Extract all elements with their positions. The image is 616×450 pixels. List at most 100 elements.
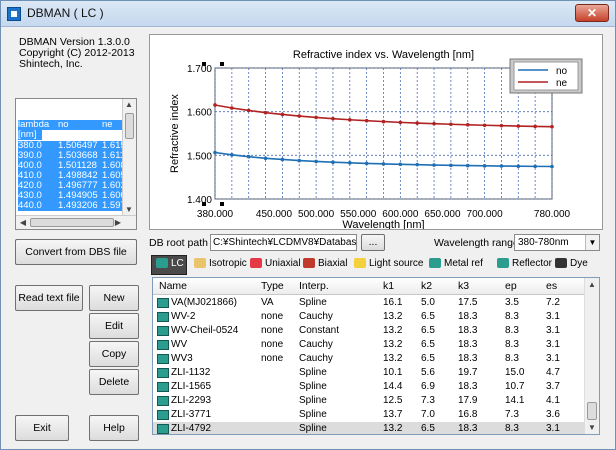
column-header-ep[interactable]: ep: [505, 280, 517, 292]
x-tick-label: 380.000: [197, 209, 234, 220]
table-row[interactable]: WV-2 none Cauchy 13.2 6.5 18.3 8.3 3.1: [153, 310, 585, 324]
scroll-up-icon[interactable]: ▲: [586, 280, 598, 289]
table-row[interactable]: WV-Cheil-0524 none Constant 13.2 6.5 18.3 8.3 3…: [153, 324, 585, 338]
close-button[interactable]: ✕: [575, 4, 609, 22]
cell-k3: 16.8: [458, 409, 478, 420]
edit-button[interactable]: Edit: [89, 313, 139, 339]
cell-k3: 18.3: [458, 311, 478, 322]
data-point-no: [364, 161, 369, 166]
table-row[interactable]: WV3 none Cauchy 13.2 6.5 18.3 8.3 3.1: [153, 352, 585, 366]
spectrum-cell: 1.6006: [102, 191, 124, 201]
spectrum-cell: 1.494905: [58, 191, 98, 201]
exit-button[interactable]: Exit: [15, 415, 69, 441]
selection-handle[interactable]: [220, 202, 224, 206]
delete-button[interactable]: Delete: [89, 369, 139, 395]
data-point-ne: [348, 117, 352, 122]
tab-icon: [354, 258, 366, 269]
new-label: New: [103, 292, 125, 304]
data-point-ne: [297, 114, 302, 118]
spectrum-cell: 410.0: [18, 171, 42, 181]
column-header-es[interactable]: es: [546, 280, 557, 292]
lc-item-icon: [157, 340, 169, 350]
scroll-up-icon[interactable]: ▲: [123, 100, 135, 109]
column-header-k1[interactable]: k1: [383, 280, 394, 292]
chevron-down-icon[interactable]: ▼: [585, 235, 599, 250]
tab-reflector[interactable]: Reflector: [493, 256, 552, 274]
browse-button[interactable]: ...: [361, 234, 385, 251]
tab-biaxial[interactable]: Biaxial: [299, 256, 348, 274]
tab-metal-ref[interactable]: Metal ref: [425, 256, 491, 274]
new-button[interactable]: New: [89, 285, 139, 311]
spectrum-column-header: lambda: [18, 120, 50, 130]
spectrum-row[interactable]: 420.0 1.496777 1.6029: [18, 181, 124, 191]
tab-uniaxial[interactable]: Uniaxial: [246, 256, 301, 274]
spectrum-cell: 1.496777: [58, 181, 98, 191]
scroll-thumb[interactable]: [30, 218, 114, 227]
data-point-ne: [398, 120, 403, 125]
tab-dye[interactable]: Dye: [551, 256, 597, 274]
cell-k2: 7.3: [421, 395, 435, 406]
scroll-down-icon[interactable]: ▼: [586, 423, 598, 432]
table-row[interactable]: VA(MJ021866) VA Spline 16.1 5.0 17.5 3.5 7.2: [153, 296, 585, 310]
selection-handle[interactable]: [220, 62, 224, 66]
db-root-path-field[interactable]: C:¥Shintech¥LCDMV8¥Database¥: [210, 234, 357, 251]
table-row[interactable]: ZLI-1565 Spline 14.4 6.9 18.3 10.7 3.7: [153, 380, 585, 394]
tab-light-source[interactable]: Light source: [350, 256, 423, 274]
spectrum-row[interactable]: 410.0 1.498842 1.6054: [18, 171, 124, 181]
scroll-left-icon[interactable]: ◀: [17, 218, 29, 227]
selection-handle[interactable]: [202, 62, 206, 66]
y-tick-label: 1.400: [187, 195, 212, 206]
cell-type: none: [261, 311, 284, 322]
lc-item-icon: [157, 326, 169, 336]
table-vertical-scrollbar[interactable]: ▲ ▼: [584, 278, 599, 434]
help-button[interactable]: Help: [89, 415, 139, 441]
lc-item-icon: [157, 312, 169, 322]
spectrum-row[interactable]: 400.0 1.501128 1.6084: [18, 161, 124, 171]
spectrum-row[interactable]: 390.0 1.503668 1.6111: [18, 151, 124, 161]
read-text-file-button[interactable]: Read text file: [15, 285, 83, 311]
selection-handle[interactable]: [202, 202, 206, 206]
column-header-k3[interactable]: k3: [458, 280, 469, 292]
cell-k2: 6.5: [421, 423, 435, 434]
spectrum-cell: 1.6153: [102, 141, 124, 151]
cell-k2: 6.9: [421, 381, 435, 392]
column-header-name[interactable]: Name: [159, 280, 187, 292]
spectrum-vertical-scrollbar[interactable]: ▲ ▼: [122, 99, 136, 215]
spectrum-unit: [nm]: [18, 130, 37, 140]
table-row[interactable]: WV none Cauchy 13.2 6.5 18.3 8.3 3.1: [153, 338, 585, 352]
cell-k3: 18.3: [458, 325, 478, 336]
column-header-k2[interactable]: k2: [421, 280, 432, 292]
data-point-ne: [482, 123, 487, 128]
cell-interp: Spline: [299, 395, 327, 406]
scroll-thumb[interactable]: [587, 402, 597, 420]
spectrum-row[interactable]: 440.0 1.493206 1.5977: [18, 201, 124, 211]
version-info: DBMAN Version 1.3.0.0 Copyright (C) 2012…: [15, 31, 137, 89]
tab-lc[interactable]: LC: [151, 255, 187, 275]
spectrum-list[interactable]: lambda no ne [nm]380.0 1.506497 1.6153 390.0 1.…: [15, 98, 137, 230]
tab-isotropic[interactable]: Isotropic: [190, 256, 247, 274]
spectrum-row[interactable]: 430.0 1.494905 1.6006: [18, 191, 124, 201]
cell-es: 4.1: [546, 395, 560, 406]
table-row[interactable]: ZLI-1132 Spline 10.1 5.6 19.7 15.0 4.7: [153, 366, 585, 380]
data-point-no: [482, 164, 487, 168]
convert-dbs-button[interactable]: Convert from DBS file: [15, 239, 137, 265]
scroll-right-icon[interactable]: ▶: [112, 218, 124, 227]
table-row[interactable]: ZLI-2293 Spline 12.5 7.3 17.9 14.1 4.1: [153, 394, 585, 408]
column-header-interp[interactable]: Interp.: [299, 280, 329, 292]
column-header-type[interactable]: Type: [261, 280, 284, 292]
spectrum-row[interactable]: 380.0 1.506497 1.6153: [18, 141, 124, 151]
cell-ep: 8.3: [505, 423, 519, 434]
cell-name: ZLI-1132: [171, 367, 211, 378]
table-row[interactable]: ZLI-3771 Spline 13.7 7.0 16.8 7.3 3.6: [153, 408, 585, 422]
spectrum-horizontal-scrollbar[interactable]: ◀ ▶: [16, 215, 136, 229]
lc-table: Name Type Interp. k1 k2 k3 ep es VA(MJ021866) VA…: [152, 277, 600, 435]
copy-button[interactable]: Copy: [89, 341, 139, 367]
table-row[interactable]: ZLI-4792 Spline 13.2 6.5 18.3 8.3 3.1: [153, 422, 585, 434]
scroll-down-icon[interactable]: ▼: [123, 205, 135, 214]
tab-label: Light source: [369, 258, 424, 269]
spectrum-cell: 1.5977: [102, 201, 124, 211]
spectrum-list-content: lambda no ne [nm]380.0 1.506497 1.6153 390.0 1.…: [16, 99, 124, 215]
spectrum-header-row: lambda no ne: [18, 120, 124, 130]
wavelength-range-select[interactable]: 380-780nm ▼: [514, 234, 600, 251]
scroll-thumb[interactable]: [125, 113, 134, 139]
